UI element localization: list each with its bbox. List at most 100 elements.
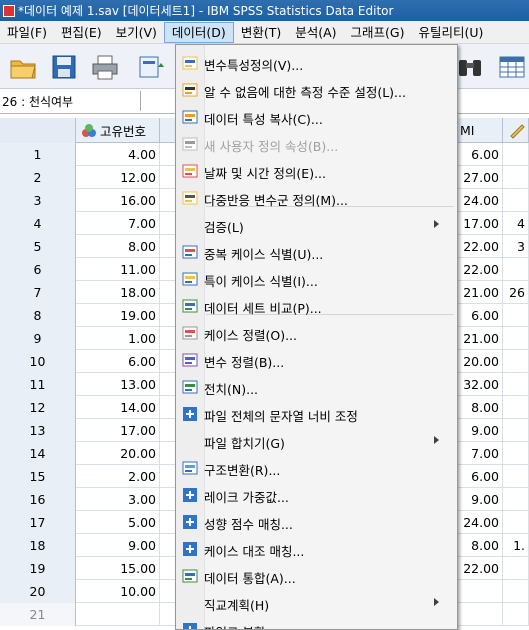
menu-item[interactable]: 데이터 특성 복사(C)... bbox=[176, 104, 457, 130]
cell-id[interactable]: 19.00 bbox=[76, 304, 160, 327]
cell-bmi[interactable]: 8.00 bbox=[458, 396, 503, 419]
cell-id[interactable]: 13.00 bbox=[76, 373, 160, 396]
menu-item[interactable]: 케이스 정렬(O)... bbox=[176, 320, 457, 346]
cell-id[interactable]: 2.00 bbox=[76, 465, 160, 488]
column-header-id[interactable]: 고유번호 bbox=[76, 118, 160, 143]
row-number[interactable]: 12 bbox=[0, 396, 76, 419]
cell-id[interactable]: 7.00 bbox=[76, 212, 160, 235]
cell-bmi[interactable]: 9.00 bbox=[458, 488, 503, 511]
cell-bmi[interactable]: 24.00 bbox=[458, 189, 503, 212]
menu-item[interactable]: 변수 정렬(B)... bbox=[176, 347, 457, 373]
cell-bmi[interactable]: 21.00 bbox=[458, 281, 503, 304]
menu-item[interactable]: 다중반응 변수군 정의(M)... bbox=[176, 185, 457, 211]
row-number[interactable]: 15 bbox=[0, 465, 76, 488]
cell-extra[interactable] bbox=[503, 488, 529, 511]
cell-id[interactable]: 15.00 bbox=[76, 557, 160, 580]
cell-bmi[interactable] bbox=[458, 603, 503, 626]
row-number[interactable]: 3 bbox=[0, 189, 76, 212]
cell-extra[interactable] bbox=[503, 143, 529, 166]
cell-extra[interactable]: 3 bbox=[503, 235, 529, 258]
cell-extra[interactable] bbox=[503, 442, 529, 465]
menu-item[interactable]: 파일 전체의 문자열 너비 조정 bbox=[176, 401, 457, 427]
cell-extra[interactable] bbox=[503, 603, 529, 626]
menu-item[interactable]: 중복 케이스 식별(U)... bbox=[176, 239, 457, 265]
row-number[interactable]: 2 bbox=[0, 166, 76, 189]
row-number[interactable]: 11 bbox=[0, 373, 76, 396]
menu-graphs[interactable]: 그래프(G) bbox=[344, 22, 412, 43]
row-number[interactable]: 14 bbox=[0, 442, 76, 465]
cell-bmi[interactable]: 32.00 bbox=[458, 373, 503, 396]
cell-bmi[interactable]: 24.00 bbox=[458, 511, 503, 534]
cell-bmi[interactable]: 22.00 bbox=[458, 235, 503, 258]
cell-extra[interactable] bbox=[503, 304, 529, 327]
row-number[interactable]: 1 bbox=[0, 143, 76, 166]
cell-extra[interactable] bbox=[503, 465, 529, 488]
cell-extra[interactable] bbox=[503, 350, 529, 373]
cell-extra[interactable] bbox=[503, 189, 529, 212]
menu-data[interactable]: 데이터(D) bbox=[163, 21, 234, 43]
cell-id[interactable]: 10.00 bbox=[76, 580, 160, 603]
row-number[interactable]: 6 bbox=[0, 258, 76, 281]
cell-bmi[interactable]: 9.00 bbox=[458, 419, 503, 442]
cell-extra[interactable] bbox=[503, 373, 529, 396]
recall-dialog-icon[interactable] bbox=[137, 52, 167, 82]
cell-extra[interactable]: 4 bbox=[503, 212, 529, 235]
cell-id[interactable]: 5.00 bbox=[76, 511, 160, 534]
cell-id[interactable]: 4.00 bbox=[76, 143, 160, 166]
menu-item[interactable]: 데이터 통합(A)... bbox=[176, 563, 457, 589]
row-number[interactable]: 13 bbox=[0, 419, 76, 442]
grid-view-icon[interactable] bbox=[497, 52, 527, 82]
cell-id[interactable]: 14.00 bbox=[76, 396, 160, 419]
cell-bmi[interactable]: 7.00 bbox=[458, 442, 503, 465]
menu-item[interactable]: 케이스 대조 매칭... bbox=[176, 536, 457, 562]
open-folder-icon[interactable] bbox=[8, 52, 38, 82]
cell-id[interactable]: 11.00 bbox=[76, 258, 160, 281]
row-number[interactable]: 19 bbox=[0, 557, 76, 580]
row-number[interactable]: 21 bbox=[0, 603, 76, 626]
column-header-scale[interactable] bbox=[503, 118, 529, 143]
cell-bmi[interactable]: 6.00 bbox=[458, 304, 503, 327]
cell-extra[interactable] bbox=[503, 258, 529, 281]
cell-extra[interactable]: 26 bbox=[503, 281, 529, 304]
cell-bmi[interactable]: 20.00 bbox=[458, 350, 503, 373]
menu-item[interactable]: 전치(N)... bbox=[176, 374, 457, 400]
cell-bmi[interactable] bbox=[458, 580, 503, 603]
menu-item[interactable]: 파일 합치기(G) bbox=[176, 428, 457, 454]
cell-extra[interactable] bbox=[503, 419, 529, 442]
menu-item[interactable]: 구조변환(R)... bbox=[176, 455, 457, 481]
row-number[interactable]: 5 bbox=[0, 235, 76, 258]
cell-id[interactable] bbox=[76, 603, 160, 626]
cell-id[interactable]: 8.00 bbox=[76, 235, 160, 258]
cell-extra[interactable] bbox=[503, 327, 529, 350]
cell-extra[interactable] bbox=[503, 511, 529, 534]
menu-transform[interactable]: 변환(T) bbox=[234, 22, 288, 43]
row-number[interactable]: 4 bbox=[0, 212, 76, 235]
menu-item[interactable]: 직교계획(H) bbox=[176, 590, 457, 616]
row-number[interactable]: 9 bbox=[0, 327, 76, 350]
cell-extra[interactable]: 1. bbox=[503, 534, 529, 557]
menu-edit[interactable]: 편집(E) bbox=[54, 22, 109, 43]
menu-view[interactable]: 보기(V) bbox=[109, 22, 164, 43]
row-number[interactable]: 18 bbox=[0, 534, 76, 557]
column-header-bmi[interactable]: MI bbox=[458, 118, 503, 143]
cell-bmi[interactable]: 27.00 bbox=[458, 166, 503, 189]
menu-item[interactable]: 레이크 가중값... bbox=[176, 482, 457, 508]
grid-corner[interactable] bbox=[0, 118, 76, 143]
cell-id[interactable]: 12.00 bbox=[76, 166, 160, 189]
cell-extra[interactable] bbox=[503, 166, 529, 189]
menu-item[interactable]: 알 수 없음에 대한 측정 수준 설정(L)... bbox=[176, 77, 457, 103]
row-number[interactable]: 20 bbox=[0, 580, 76, 603]
row-number[interactable]: 8 bbox=[0, 304, 76, 327]
cell-bmi[interactable]: 21.00 bbox=[458, 327, 503, 350]
cell-extra[interactable] bbox=[503, 396, 529, 419]
menu-item[interactable]: 특이 케이스 식별(I)... bbox=[176, 266, 457, 292]
cell-id[interactable]: 9.00 bbox=[76, 534, 160, 557]
cell-id[interactable]: 3.00 bbox=[76, 488, 160, 511]
row-number[interactable]: 7 bbox=[0, 281, 76, 304]
cell-id[interactable]: 16.00 bbox=[76, 189, 160, 212]
cell-id[interactable]: 1.00 bbox=[76, 327, 160, 350]
cell-id[interactable]: 6.00 bbox=[76, 350, 160, 373]
row-number[interactable]: 17 bbox=[0, 511, 76, 534]
cell-extra[interactable] bbox=[503, 580, 529, 603]
cell-id[interactable]: 18.00 bbox=[76, 281, 160, 304]
